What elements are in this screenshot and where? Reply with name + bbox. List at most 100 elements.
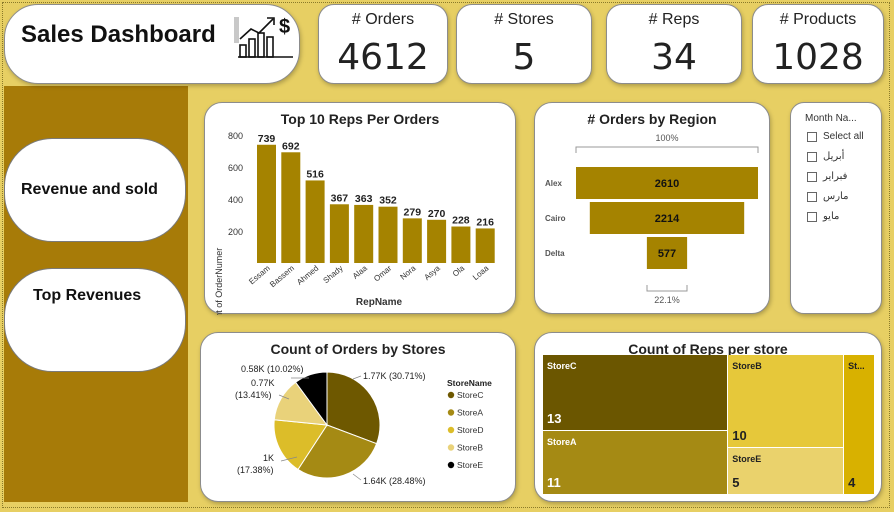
svg-text:$: $ — [279, 16, 290, 38]
legend-item[interactable]: StoreB — [457, 443, 483, 453]
kpi-stores-value: 5 — [512, 37, 536, 78]
legend-item[interactable]: StoreD — [457, 425, 483, 435]
treemap-tile-value: 11 — [547, 474, 561, 490]
bar-chart: Count of OrderNumer RepName 800 600 400 … — [214, 131, 495, 315]
treemap-tile-label: StoreE — [732, 454, 762, 465]
kpi-orders-label: # Orders — [351, 11, 415, 28]
bar-y-tick: 200 — [228, 227, 243, 237]
bar-y-tick: 800 — [228, 131, 243, 141]
kpi-reps: # Reps 34 — [606, 4, 742, 84]
bar-x-tick-label: Alaa — [351, 263, 369, 281]
treemap-tile-value: 13 — [547, 410, 562, 426]
treemap-tile[interactable]: StoreC 13 — [543, 355, 728, 430]
kpi-reps-label: # Reps — [648, 11, 700, 28]
bar[interactable] — [402, 218, 422, 263]
bar-x-tick-label: Ahmed — [295, 264, 320, 287]
bar-x-tick-label: Nora — [399, 263, 418, 281]
legend-item[interactable]: StoreC — [457, 390, 483, 400]
month-slicer: Month Na... Select all أبريل فبراير مارس… — [790, 102, 882, 314]
treemap-tile[interactable]: St... 4 — [844, 355, 874, 494]
legend-item[interactable]: StoreA — [457, 408, 483, 418]
bar-value-label: 270 — [428, 208, 446, 220]
funnel-category-label: Delta — [545, 249, 565, 258]
funnel-bottom-bracket — [646, 285, 688, 292]
treemap-tile-value: 5 — [732, 474, 740, 490]
treemap-tile[interactable]: StoreB 10 — [728, 355, 844, 448]
checkbox-icon[interactable] — [807, 171, 817, 182]
legend-marker — [447, 461, 455, 469]
bar-value-label: 216 — [476, 216, 494, 228]
kpi-stores: # Stores 5 — [456, 4, 592, 84]
bar[interactable] — [427, 219, 447, 263]
pie-label-storeb-pct: (13.41%) — [235, 390, 272, 400]
bar-x-tick-label: Shady — [322, 264, 345, 285]
treemap-tile[interactable]: StoreA 11 — [543, 430, 728, 494]
bar[interactable] — [281, 152, 301, 263]
slicer-option[interactable]: مارس — [807, 191, 848, 202]
legend-marker — [447, 444, 455, 451]
bar-chart-ylabel: Count of OrderNumer — [214, 248, 224, 315]
legend-marker — [447, 391, 455, 399]
funnel-category-label: Alex — [545, 179, 562, 188]
bar-x-tick-label: Omar — [372, 263, 393, 283]
bar-value-label: 352 — [379, 195, 397, 207]
orders-by-stores-card: Count of Orders by Stores 1.77K (30.71%)… — [200, 332, 516, 502]
funnel-top-percent: 100% — [655, 133, 678, 143]
treemap-tile-label: St... — [848, 361, 865, 371]
bar-x-tick-label: Ola — [451, 263, 467, 278]
funnel-top-bracket — [575, 146, 759, 153]
pie-chart: 1.77K (30.71%) 1.64K (28.48%) 1K (17.38%… — [235, 364, 492, 486]
pie-label-storea: 1.64K (28.48%) — [363, 476, 426, 486]
funnel-bottom-percent: 22.1% — [654, 295, 680, 305]
slicer-title: Month Na... — [805, 113, 857, 124]
treemap-tile-value: 10 — [732, 428, 747, 444]
checkbox-icon[interactable] — [807, 211, 817, 222]
orders-by-region-card: # Orders by Region 100% 22.1% 2610 Alex 22… — [534, 102, 770, 314]
pie-label-storec: 1.77K (30.71%) — [363, 371, 426, 381]
pie-label-storeb: 0.77K — [251, 378, 275, 388]
funnel-value-label: 2610 — [655, 178, 679, 190]
legend-marker — [447, 426, 455, 434]
checkbox-icon[interactable] — [807, 131, 817, 142]
bar[interactable] — [378, 206, 398, 263]
bar[interactable] — [451, 226, 471, 263]
treemap-tile-label: StoreB — [732, 361, 762, 371]
revenue-and-sold-button[interactable]: Revenue and sold — [4, 138, 186, 242]
funnel-value-label: 2214 — [655, 213, 680, 225]
slicer-option-select-all[interactable]: Select all — [807, 131, 864, 142]
bar[interactable] — [354, 204, 374, 263]
treemap-tile-value: 4 — [848, 475, 856, 490]
bar[interactable] — [257, 144, 276, 263]
checkbox-icon[interactable] — [807, 151, 817, 162]
bar-value-label: 228 — [452, 215, 470, 227]
chart-dollar-icon: $ — [238, 16, 293, 58]
bar[interactable] — [475, 228, 495, 263]
bar-value-label: 363 — [355, 193, 373, 205]
title-card: Sales Dashboard $ — [4, 4, 300, 84]
bar-value-label: 739 — [258, 133, 276, 145]
pie-label-stored-pct: (17.38%) — [237, 465, 274, 475]
treemap-tile[interactable]: StoreE 5 — [728, 448, 844, 494]
bar-value-label: 692 — [282, 140, 300, 152]
pie-label-storee: 0.58K (10.02%) — [241, 364, 304, 374]
slicer-option[interactable]: مايو — [807, 211, 839, 222]
bar[interactable] — [305, 180, 325, 263]
legend-item[interactable]: StoreE — [457, 460, 483, 470]
treemap-tile-label: StoreA — [547, 436, 577, 447]
kpi-products: # Products 1028 — [752, 4, 884, 84]
bar[interactable] — [329, 204, 349, 263]
kpi-products-label: # Products — [779, 11, 857, 28]
bar-value-label: 367 — [331, 192, 349, 204]
bar-value-label: 279 — [404, 206, 422, 218]
legend-marker — [447, 409, 455, 416]
slicer-option[interactable]: أبريل — [807, 151, 844, 162]
kpi-reps-value: 34 — [651, 37, 697, 78]
funnel-value-label: 577 — [658, 248, 676, 260]
bar-value-label: 516 — [306, 168, 324, 180]
checkbox-icon[interactable] — [807, 191, 817, 202]
bar-y-tick: 600 — [228, 163, 243, 173]
top-revenues-button[interactable]: Top Revenues — [4, 268, 186, 372]
bar-x-tick-label: Loaa — [471, 263, 491, 282]
funnel-category-label: Cairo — [545, 214, 566, 223]
slicer-option[interactable]: فبراير — [807, 171, 847, 182]
